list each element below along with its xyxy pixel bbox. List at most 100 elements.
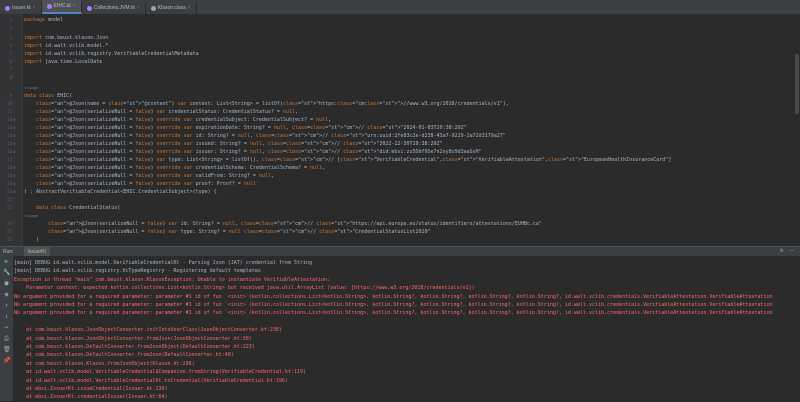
close-icon[interactable]: × xyxy=(188,5,191,11)
code-text: class="an">@Json(serializeNull = false) … xyxy=(36,149,482,155)
override-gutter-icon[interactable]: ⊙ xyxy=(13,172,21,180)
line-number: 25 xyxy=(7,229,12,234)
code-text: import com.beust.klaxon.Json xyxy=(24,35,109,41)
kotlin-file-icon xyxy=(46,3,52,9)
code-text: ) xyxy=(24,237,40,243)
code-line[interactable]: 15 ⊙ class="an">@Json(serializeNull = fal… xyxy=(0,140,800,148)
code-text: import id.walt.vclib.registry.Verifiable… xyxy=(24,51,199,57)
override-gutter-icon[interactable]: ⊙ xyxy=(13,116,21,124)
kotlin-file-icon xyxy=(150,5,156,11)
code-line[interactable]: 16 ⊙ class="an">@Json(serializeNull = fal… xyxy=(0,148,800,156)
console-line: No argument provided for a required para… xyxy=(14,310,773,317)
close-icon[interactable]: × xyxy=(73,3,76,9)
pin-icon[interactable]: 📌 xyxy=(3,357,10,364)
code-text: package model xyxy=(24,17,64,23)
code-text: class="an">@Json(serializeNull = false) … xyxy=(36,109,298,115)
line-number: 3 xyxy=(9,35,12,40)
code-line[interactable]: 17 class="an">@Json(serializeNull = fals… xyxy=(0,156,800,164)
code-line[interactable]: 4 import id.walt.vclib.model.* xyxy=(0,42,800,50)
override-gutter-icon[interactable]: ⊙ xyxy=(13,148,21,156)
print-icon[interactable]: ⎙ xyxy=(3,335,10,342)
code-line[interactable]: 10 class="an">@Json(name = class="st">"@… xyxy=(0,100,800,108)
code-line[interactable]: 12 ⊙ class="an">@Json(serializeNull = fal… xyxy=(0,116,800,124)
line-number: 13 xyxy=(7,125,12,130)
code-text: class="an">@Json(serializeNull = false) … xyxy=(36,125,467,131)
run-tab-issuerkt[interactable]: IssuerKt xyxy=(23,247,50,256)
code-editor[interactable]: 1 package model 2 3 import com.beust.klaxon.… xyxy=(0,14,800,250)
code-line[interactable]: 21 ⊙) : AbstractVerifiableCredential<EHIC… xyxy=(0,188,800,196)
code-line[interactable]: 3 import com.beust.klaxon.Json xyxy=(0,34,800,42)
code-line[interactable]: 25 class="an">@Json(serializeNull = fals… xyxy=(0,228,800,236)
line-number: 18 xyxy=(7,165,12,170)
code-text: class="an">@Json(serializeNull = false) … xyxy=(36,117,332,123)
kotlin-file-icon xyxy=(86,5,92,11)
line-number: 1 xyxy=(9,17,12,22)
soft-wrap-icon[interactable]: ↩ xyxy=(3,324,10,331)
usage-hint[interactable]: 1 usage xyxy=(24,84,38,91)
override-gutter-icon[interactable]: ⊙ xyxy=(13,140,21,148)
code-line[interactable]: 5 import id.walt.vclib.registry.Verifiabl… xyxy=(0,50,800,58)
code-text: class="an">@Json(serializeNull = false) … xyxy=(48,229,431,235)
code-line[interactable]: 13 ⊙ class="an">@Json(serializeNull = fal… xyxy=(0,124,800,132)
editor-tab[interactable]: EHIC.kt × xyxy=(41,0,82,14)
tab-label: EHIC.kt xyxy=(53,3,71,9)
line-number: 24 xyxy=(7,221,12,226)
code-line[interactable]: 2 xyxy=(0,24,800,32)
code-line[interactable]: 8 xyxy=(0,74,800,82)
code-text: class="an">@Json(serializeNull = false) … xyxy=(36,141,443,147)
run-toolbar-right: ⚙ — xyxy=(780,248,794,254)
gear-icon[interactable]: ⚙ xyxy=(780,248,784,254)
minimize-icon[interactable]: — xyxy=(789,248,794,254)
stop-icon[interactable]: ■ xyxy=(3,280,10,287)
rerun-icon[interactable]: ▶ xyxy=(3,258,10,265)
usage-hint[interactable]: 1 usage xyxy=(24,212,38,219)
code-text: ) : AbstractVerifiableCredential<EHIC.Cr… xyxy=(24,189,217,195)
code-text: class="an">@Json(serializeNull = false) … xyxy=(36,133,506,139)
close-icon[interactable]: × xyxy=(137,5,140,11)
editor-tab[interactable]: Collections.JVM.kt × xyxy=(82,2,146,14)
code-text: class="an">@Json(name = class="st">"@con… xyxy=(36,101,509,107)
line-number: 23 xyxy=(7,205,12,210)
line-number: 20 xyxy=(7,181,12,186)
run-console[interactable]: [main] DEBUG id.walt.vclib.model.Verifia… xyxy=(14,256,800,401)
wrench-icon[interactable]: 🔧 xyxy=(3,269,10,276)
line-number: 14 xyxy=(7,133,12,138)
code-line[interactable]: 22 xyxy=(0,196,800,204)
code-text: class="an">@Json(serializeNull = false) … xyxy=(48,221,542,227)
override-gutter-icon[interactable]: ⊙ xyxy=(13,180,21,188)
editor-tab[interactable]: Issuer.kt × xyxy=(0,2,42,14)
override-gutter-icon[interactable]: ⊙ xyxy=(13,132,21,140)
close-icon[interactable]: × xyxy=(33,5,36,11)
code-text: import java.time.LocalDate xyxy=(24,59,103,65)
trash-icon[interactable]: 🗑 xyxy=(3,346,11,353)
code-line[interactable]: 20 ⊙ class="an">@Json(serializeNull = fal… xyxy=(0,180,800,188)
line-number: 2 xyxy=(9,25,12,30)
run-tool-window-header: Run: IssuerKt ⚙ — xyxy=(0,246,800,256)
code-line[interactable]: 24 class="an">@Json(serializeNull = fals… xyxy=(0,220,800,228)
run-toolbar: ▶ 🔧 ■ ◉ ↑ ↓ ↩ ⎙ 🗑 📌 xyxy=(0,256,14,401)
override-gutter-icon[interactable]: ⊙ xyxy=(13,188,21,196)
code-line[interactable]: 18 ⊙ class="an">@Json(serializeNull = fal… xyxy=(0,164,800,172)
code-line[interactable]: 26 ) xyxy=(0,236,800,244)
code-line[interactable]: 19 ⊙ class="an">@Json(serializeNull = fal… xyxy=(0,172,800,180)
camera-icon[interactable]: ◉ xyxy=(3,291,10,298)
override-gutter-icon[interactable]: ⊙ xyxy=(13,164,21,172)
code-line[interactable]: 6 import java.time.LocalDate xyxy=(0,58,800,66)
code-line[interactable]: 7 xyxy=(0,66,800,74)
code-line[interactable]: 14 ⊙ class="an">@Json(serializeNull = fal… xyxy=(0,132,800,140)
line-number: 22 xyxy=(7,197,12,202)
code-line[interactable]: 9 data class EHIC( xyxy=(0,92,800,100)
line-number: 21 xyxy=(7,189,12,194)
code-line[interactable]: 11 class="an">@Json(serializeNull = fals… xyxy=(0,108,800,116)
run-label: Run: xyxy=(3,248,14,255)
code-line[interactable]: 23 data class CredentialStatus( xyxy=(0,204,800,212)
editor-tab[interactable]: Klaxon.class × xyxy=(146,2,197,14)
line-number: 26 xyxy=(7,237,12,242)
kotlin-file-icon xyxy=(5,5,10,11)
line-number: 6 xyxy=(9,59,12,64)
tab-label: Issuer.kt xyxy=(12,5,31,11)
override-gutter-icon[interactable]: ⊙ xyxy=(13,124,21,132)
down-arrow-icon[interactable]: ↓ xyxy=(3,313,10,320)
up-arrow-icon[interactable]: ↑ xyxy=(3,302,10,309)
code-line[interactable]: 1 package model xyxy=(0,16,800,24)
